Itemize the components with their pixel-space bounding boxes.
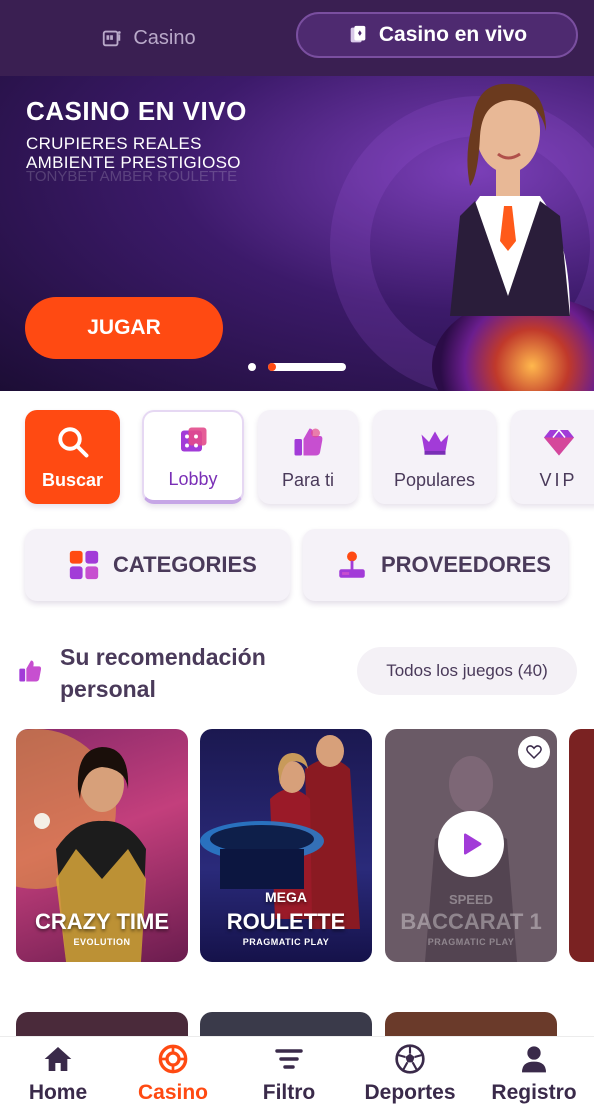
filter-icon	[275, 1049, 303, 1069]
nav-deportes[interactable]: Deportes	[360, 1043, 460, 1109]
bottom-navigation: Home Casino Filtro Deportes Registro	[0, 1036, 594, 1112]
heart-icon	[526, 745, 542, 760]
top-tabs: Casino Casino en vivo	[0, 0, 594, 76]
carousel-dot[interactable]	[248, 363, 256, 371]
game-card[interactable]: MEGA ROULETTE PRAGMATIC PLAY	[200, 729, 372, 962]
game-provider: PRAGMATIC PLAY	[242, 937, 330, 947]
nav-home[interactable]: Home	[22, 1043, 94, 1109]
all-games-button[interactable]: Todos los juegos (40)	[357, 647, 577, 695]
populares-button[interactable]: Populares	[373, 410, 496, 504]
nav-deportes-label: Deportes	[364, 1081, 456, 1104]
dealer-image	[450, 83, 570, 316]
nav-registro-label: Registro	[491, 1081, 577, 1104]
category-pills: Buscar Lobby Para ti Populares VIP	[0, 410, 594, 510]
joystick-icon	[339, 551, 365, 578]
game-card[interactable]: CRAZY TIME EVOLUTION	[16, 729, 188, 962]
nav-filtro-label: Filtro	[262, 1081, 316, 1104]
thumbs-up-icon	[19, 660, 42, 682]
dice-icon	[181, 427, 207, 451]
banner-title: CASINO EN VIVO	[26, 96, 247, 126]
banner-ghost-text: TONYBET AMBER ROULETTE	[26, 168, 238, 185]
jugar-button[interactable]: JUGAR	[25, 297, 223, 359]
tab-casino-label: Casino	[133, 26, 196, 49]
carousel-dot-active[interactable]	[268, 363, 346, 371]
game-provider: PRAGMATIC PLAY	[427, 937, 515, 947]
para-ti-label: Para ti	[281, 469, 335, 490]
para-ti-button[interactable]: Para ti	[258, 410, 358, 504]
soccer-ball-icon	[395, 1044, 425, 1074]
game-name-line2: ROULETTE	[226, 909, 346, 934]
buscar-button[interactable]: Buscar	[25, 410, 120, 504]
user-icon	[522, 1046, 546, 1073]
tab-live-label: Casino en vivo	[378, 23, 528, 46]
play-button[interactable]	[438, 811, 504, 877]
slot-machine-icon	[103, 30, 122, 47]
game-name: CRAZY TIME	[34, 909, 170, 934]
favorite-button[interactable]	[518, 736, 550, 768]
providers-label: PROVEEDORES	[381, 552, 551, 577]
tab-live-casino[interactable]: Casino en vivo	[296, 12, 578, 58]
game-card[interactable]: SPEED BACCARAT 1 PRAGMATIC PLAY	[385, 729, 557, 962]
game-name-line1: SPEED	[448, 892, 494, 907]
vip-button[interactable]: VIP	[511, 410, 594, 504]
buscar-label: Buscar	[41, 469, 104, 490]
vip-label: VIP	[539, 469, 578, 490]
categories-label: CATEGORIES	[113, 552, 257, 577]
live-cards-icon	[350, 25, 366, 43]
game-card-peek[interactable]	[569, 729, 594, 962]
game-provider: EVOLUTION	[73, 937, 131, 947]
providers-button[interactable]: PROVEEDORES	[303, 529, 568, 601]
nav-casino[interactable]: Casino	[132, 1043, 214, 1109]
search-icon	[57, 426, 88, 457]
thumbs-up-icon	[294, 428, 323, 455]
nav-filtro[interactable]: Filtro	[252, 1043, 326, 1109]
game-name-line1: MEGA	[265, 889, 307, 905]
nav-home-label: Home	[28, 1081, 88, 1104]
nav-registro[interactable]: Registro	[486, 1043, 582, 1109]
nav-casino-label: Casino	[137, 1081, 208, 1104]
carousel-indicator	[248, 363, 346, 371]
play-icon	[464, 833, 482, 855]
banner-subtitle-1: CRUPIERES REALES	[26, 134, 202, 153]
lobby-button[interactable]: Lobby	[142, 410, 244, 504]
crown-icon	[421, 431, 448, 455]
roulette-icon	[158, 1044, 188, 1074]
section-title: Su recomendación personal	[60, 644, 266, 702]
promo-banner[interactable]: CASINO EN VIVO CRUPIERES REALES AMBIENTE…	[0, 76, 594, 391]
diamond-icon	[543, 428, 574, 455]
grid-icon	[69, 550, 99, 580]
lobby-label: Lobby	[168, 468, 218, 489]
tab-casino[interactable]: Casino	[0, 15, 297, 61]
categories-button[interactable]: CATEGORIES	[25, 529, 290, 601]
game-name-line2: BACCARAT 1	[400, 909, 542, 934]
home-icon	[44, 1047, 72, 1071]
populares-label: Populares	[393, 469, 476, 490]
